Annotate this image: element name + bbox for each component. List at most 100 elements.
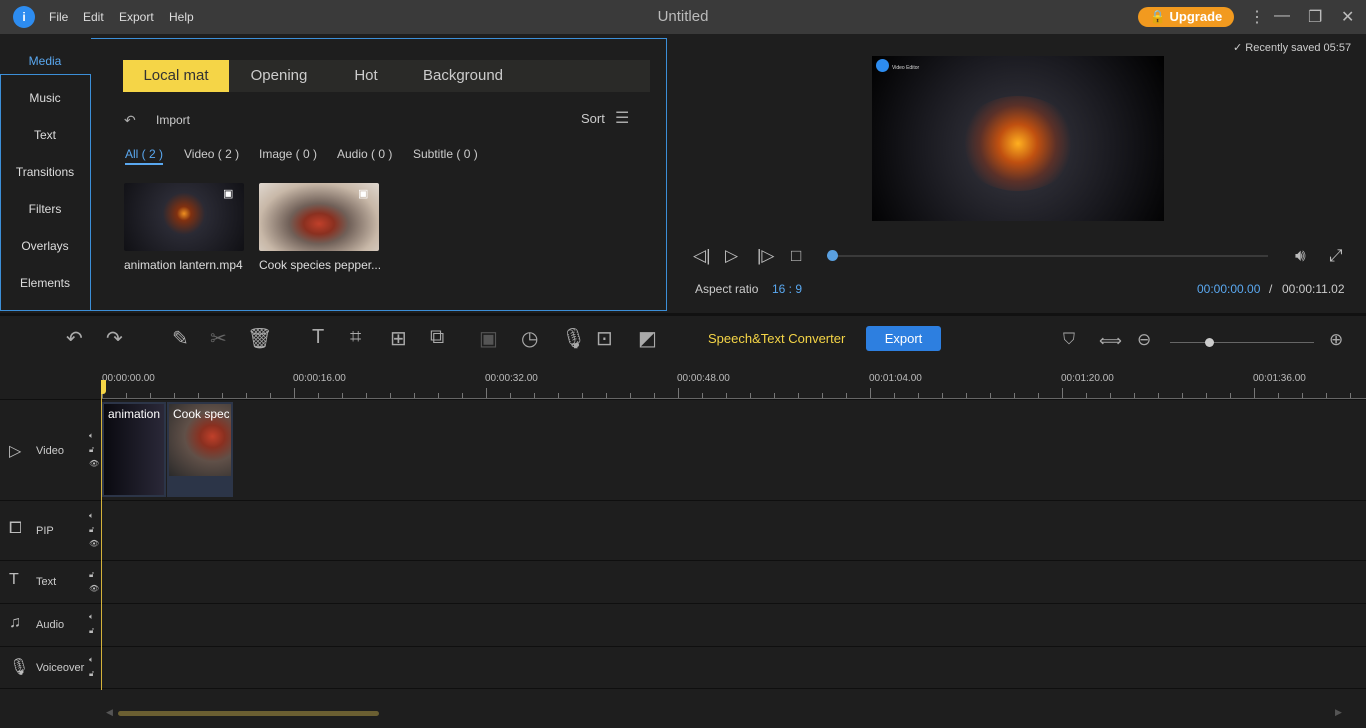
aspect-ratio-value[interactable]: 16 : 9 <box>772 282 802 296</box>
undo-icon[interactable]: ↶ <box>66 326 83 351</box>
filter-subtitle[interactable]: Subtitle ( 0 ) <box>413 147 478 161</box>
filter-all[interactable]: All ( 2 ) <box>125 147 164 165</box>
tab-hot[interactable]: Hot <box>336 60 396 92</box>
restore-icon[interactable]: ❐ <box>1308 7 1322 27</box>
ruler-tick <box>846 393 847 398</box>
filter-image[interactable]: Image ( 0 ) <box>259 147 317 161</box>
edit-pencil-icon[interactable]: ✎ <box>172 326 189 351</box>
ruler-tick <box>1230 393 1231 398</box>
sort-button[interactable]: Sort <box>581 111 605 126</box>
duration-clock-icon[interactable]: ◷ <box>521 326 538 351</box>
ruler-tick <box>174 393 175 398</box>
ruler-label: 00:00:32.00 <box>485 373 538 384</box>
previous-frame-icon[interactable]: ◁| <box>693 246 711 266</box>
marker-icon[interactable]: ⛉ <box>1063 331 1075 349</box>
track-controls[interactable]: 🔈︎ 🔓︎ <box>89 610 94 638</box>
playhead-handle[interactable] <box>101 380 106 394</box>
ruler-tick <box>1206 393 1207 398</box>
filter-audio[interactable]: Audio ( 0 ) <box>337 147 392 161</box>
paint-bucket-icon[interactable]: ◩ <box>638 326 657 351</box>
ruler-tick <box>822 393 823 398</box>
minimize-icon[interactable]: — <box>1274 7 1290 25</box>
zoom-out-icon[interactable]: ⊖ <box>1137 330 1151 350</box>
ruler-tick <box>270 393 271 398</box>
import-icon[interactable]: ↶ <box>124 112 136 129</box>
ruler-tick <box>150 393 151 398</box>
speech-text-converter-button[interactable]: Speech&Text Converter <box>708 331 845 346</box>
sidebar-item-elements[interactable]: Elements <box>0 276 90 290</box>
seek-handle[interactable] <box>827 250 838 261</box>
sidebar-item-overlays[interactable]: Overlays <box>0 239 90 253</box>
export-button[interactable]: Export <box>866 326 941 351</box>
filter-video[interactable]: Video ( 2 ) <box>184 147 239 161</box>
ruler-tick <box>294 388 295 398</box>
playhead[interactable] <box>101 380 102 690</box>
track-controls[interactable]: 🔈︎ 🔓︎ 👁︎ <box>89 429 99 471</box>
ruler-tick <box>1278 393 1279 398</box>
ruler-tick <box>1350 393 1351 398</box>
scroll-right-icon[interactable]: ▶ <box>1335 707 1342 718</box>
ruler-tick <box>1134 393 1135 398</box>
ruler-label: 00:01:04.00 <box>869 373 922 384</box>
mosaic-icon[interactable]: ⧉ <box>430 326 444 349</box>
freeze-frame-icon[interactable]: ▣ <box>479 326 498 351</box>
track-label-audio: Audio <box>36 619 65 631</box>
timeline-horizontal-scrollbar[interactable] <box>118 711 379 716</box>
crop-icon[interactable]: ⌗ <box>350 326 361 349</box>
redo-icon[interactable]: ↷ <box>106 326 123 351</box>
ruler-tick <box>1038 393 1039 398</box>
ruler-label: 00:00:16.00 <box>293 373 346 384</box>
track-controls[interactable]: 🔈︎ 🔓︎ 👁︎ <box>89 509 99 551</box>
watermark-logo-icon <box>876 59 889 72</box>
more-icon[interactable]: ⋮ <box>1249 7 1265 27</box>
track-controls[interactable]: 🔈︎ 🔓︎ <box>89 653 94 681</box>
text-tool-icon[interactable]: T <box>312 326 324 349</box>
timeline-clip-animation[interactable]: animation lantern.mp4 <box>102 402 166 497</box>
saved-status: ✓ Recently saved 05:57 <box>1233 42 1352 54</box>
ruler-tick <box>606 393 607 398</box>
timeline-zoom-slider[interactable] <box>1170 342 1314 343</box>
clip-name: animation lantern.mp4 <box>108 407 164 421</box>
delete-icon[interactable]: 🗑︎ <box>247 326 272 351</box>
sort-icon[interactable]: ☰ <box>615 108 629 128</box>
ruler-tick <box>894 393 895 398</box>
ruler-tick <box>1014 393 1015 398</box>
zoom-slider-handle[interactable] <box>1205 338 1214 347</box>
sidebar-item-transitions[interactable]: Transitions <box>0 165 90 179</box>
voiceover-track-icon: 🎙︎ <box>9 659 30 676</box>
ruler-tick <box>1062 388 1063 398</box>
screen-record-icon[interactable]: ⊡ <box>596 326 613 351</box>
microphone-icon[interactable]: 🎙︎ <box>561 326 586 351</box>
sidebar-item-filters[interactable]: Filters <box>0 202 90 216</box>
volume-icon[interactable]: 🔊︎ <box>1295 246 1306 266</box>
track-pip <box>0 500 1366 560</box>
ruler-tick <box>798 393 799 398</box>
seek-bar[interactable] <box>832 255 1268 257</box>
ruler-tick <box>582 393 583 398</box>
fullscreen-icon[interactable]: ⤢ <box>1329 246 1343 266</box>
sidebar-item-media[interactable]: Media <box>0 54 90 68</box>
zoom-frame-icon[interactable]: ⊞ <box>390 326 407 351</box>
ruler-tick <box>438 393 439 398</box>
sidebar-item-text[interactable]: Text <box>0 128 90 142</box>
preview-fire-image <box>958 96 1078 191</box>
sidebar-item-music[interactable]: Music <box>0 91 90 105</box>
ruler-tick <box>630 393 631 398</box>
upgrade-button[interactable]: 🔒 Upgrade <box>1138 7 1234 27</box>
timeline-clip-cook[interactable]: Cook species pepper <box>167 402 233 497</box>
cut-icon[interactable]: ✂ <box>210 326 227 351</box>
tab-local-mat[interactable]: Local mat <box>123 60 229 92</box>
zoom-in-icon[interactable]: ⊕ <box>1329 330 1343 350</box>
ruler-tick <box>462 393 463 398</box>
tab-opening[interactable]: Opening <box>236 60 322 92</box>
scroll-left-icon[interactable]: ◀ <box>106 707 113 718</box>
fit-timeline-icon[interactable]: ⟺ <box>1099 331 1122 351</box>
ruler-tick <box>678 388 679 398</box>
close-icon[interactable]: ✕ <box>1341 7 1354 27</box>
play-icon[interactable]: ▷ <box>725 246 738 266</box>
tab-background[interactable]: Background <box>410 60 516 92</box>
track-controls[interactable]: 🔓︎ 👁︎ <box>89 568 99 596</box>
next-frame-icon[interactable]: |▷ <box>757 246 775 266</box>
import-button[interactable]: Import <box>156 113 190 127</box>
stop-icon[interactable]: □ <box>791 246 801 266</box>
